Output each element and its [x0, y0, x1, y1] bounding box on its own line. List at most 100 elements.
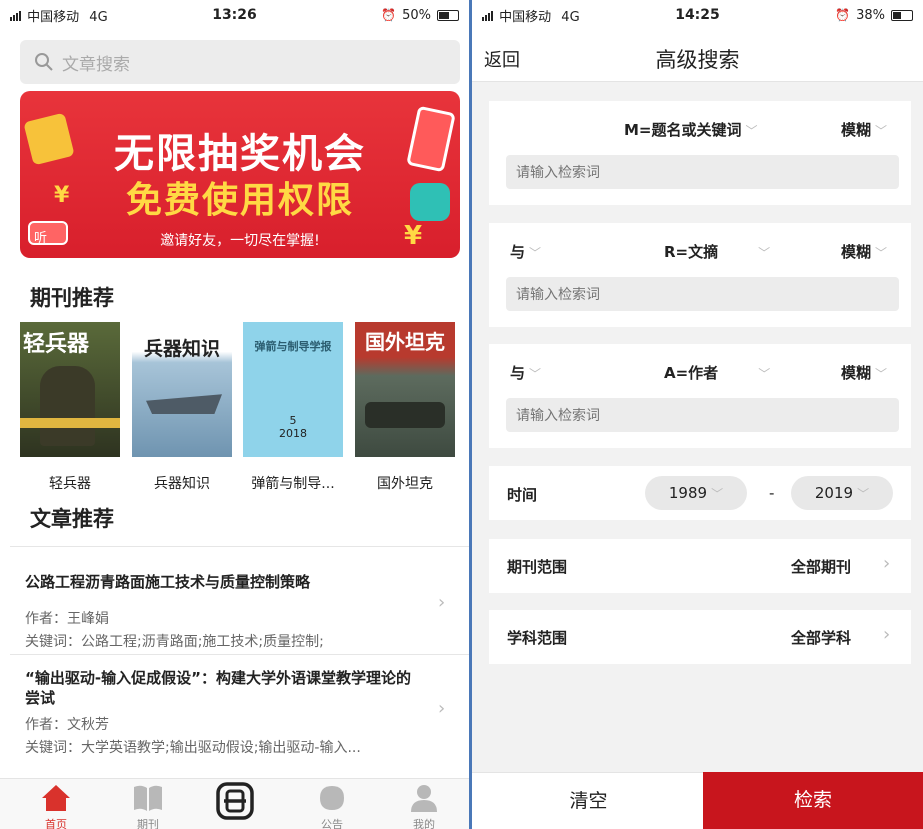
ship-image: [146, 394, 222, 414]
tab-bar: 首页 期刊 公告 我的: [0, 778, 469, 829]
network-type: 4G: [561, 9, 580, 25]
logic-select[interactable]: 与 ﹀: [510, 362, 541, 383]
chevron-down-icon: ﹀: [758, 246, 771, 260]
chevron-down-icon: ﹀: [711, 487, 724, 501]
status-right: ⏰ 50%: [381, 8, 459, 23]
logic-select-label: 与: [510, 243, 526, 261]
article-item[interactable]: “输出驱动-输入促成假设”：构建大学外语课堂教学理论的尝试 作者：文秋芳 关键词…: [25, 668, 425, 757]
articles-title-text: 文章推荐: [30, 507, 114, 531]
cover-band: [20, 418, 120, 428]
field-select[interactable]: R=文摘 ﹀: [664, 241, 770, 262]
journal-card[interactable]: 弹箭与制导学报 5 2018 弹箭与制导...: [243, 322, 343, 493]
journal-card[interactable]: 兵器知识 兵器知识: [132, 322, 232, 493]
chevron-down-icon: ﹀: [529, 367, 542, 381]
tab-notices[interactable]: 公告: [302, 779, 362, 829]
keyword-input[interactable]: [506, 155, 899, 189]
nav-bar: 返回 高级搜索: [472, 30, 923, 82]
article-author: 作者：王峰娟: [25, 611, 109, 627]
tab-journals[interactable]: 期刊: [118, 779, 178, 829]
banner-subheadline: 免费使用权限: [125, 180, 354, 221]
keyword-input[interactable]: [506, 277, 899, 311]
battery-icon: [891, 9, 913, 21]
search-condition-3: 与 ﹀ A=作者 ﹀ 模糊 ﹀: [489, 344, 911, 448]
network-type: 4G: [89, 9, 108, 25]
field-select[interactable]: A=作者 ﹀: [664, 362, 770, 383]
carrier-info: 中国移动 4G: [482, 6, 835, 25]
chevron-down-icon: ﹀: [758, 367, 771, 381]
article-keywords: 关键词：大学英语教学;输出驱动假设;输出驱动-输入...: [25, 740, 361, 756]
match-select-label: 模糊: [841, 121, 872, 139]
status-right: ⏰ 38%: [835, 8, 913, 23]
journal-scope-row[interactable]: 期刊范围 全部期刊 ›: [489, 539, 911, 593]
logic-select[interactable]: 与 ﹀: [510, 241, 541, 262]
journal-name: 国外坦克: [377, 476, 433, 492]
cover-title: 国外坦克: [365, 330, 445, 354]
keyword-input[interactable]: [506, 398, 899, 432]
journal-card[interactable]: 国外坦克 国外坦克: [355, 322, 455, 493]
year-from-select[interactable]: 1989 ﹀: [645, 476, 747, 510]
field-select[interactable]: M=题名或关键词 ﹀: [624, 119, 758, 140]
alarm-icon: ⏰: [381, 8, 397, 22]
chevron-right-icon: ›: [438, 592, 446, 613]
article-title: “输出驱动-输入促成假设”：构建大学外语课堂教学理论的尝试: [25, 669, 411, 707]
search-condition-2: 与 ﹀ R=文摘 ﹀ 模糊 ﹀: [489, 223, 911, 327]
journal-name: 兵器知识: [154, 476, 210, 492]
article-author: 作者：文秋芳: [25, 717, 109, 733]
field-select-label: R=文摘: [664, 243, 719, 261]
match-select[interactable]: 模糊 ﹀: [841, 362, 887, 383]
notice-icon: [320, 786, 344, 810]
journal-cover: 兵器知识: [132, 322, 232, 457]
book-icon: [134, 785, 162, 811]
chevron-down-icon: ﹀: [857, 487, 870, 501]
journal-name: 轻兵器: [49, 476, 91, 492]
signal-icon: [482, 10, 493, 21]
search-bar[interactable]: 文章搜索: [20, 40, 460, 84]
tab-profile[interactable]: 我的: [394, 779, 454, 829]
article-item[interactable]: 公路工程沥青路面施工技术与质量控制策略 作者：王峰娟 关键词：公路工程;沥青路面…: [25, 572, 455, 651]
journal-card[interactable]: 轻兵器 轻兵器: [20, 322, 120, 493]
time-label: 时间: [507, 486, 538, 504]
carrier-info: 中国移动 4G: [10, 6, 381, 25]
field-select-label: A=作者: [664, 364, 719, 382]
chevron-right-icon: ›: [883, 553, 891, 574]
article-title: 公路工程沥青路面施工技术与质量控制策略: [25, 573, 311, 591]
match-select[interactable]: 模糊 ﹀: [841, 119, 887, 140]
match-select-label: 模糊: [841, 243, 872, 261]
time-range-row: 时间 1989 ﹀ - 2019 ﹀: [489, 466, 911, 520]
tab-journals-label: 期刊: [137, 818, 159, 829]
match-select[interactable]: 模糊 ﹀: [841, 241, 887, 262]
chevron-down-icon: ﹀: [875, 124, 888, 138]
articles-section-title: 文章推荐: [28, 503, 120, 535]
tab-home[interactable]: 首页: [26, 779, 86, 829]
journal-cover: 弹箭与制导学报 5 2018: [243, 322, 343, 457]
subject-scope-label: 学科范围: [507, 629, 568, 647]
article-keywords: 关键词：公路工程;沥青路面;施工技术;质量控制;: [25, 634, 324, 650]
promo-banner[interactable]: ¥ ¥ 听 无限抽奖机会 免费使用权限 邀请好友，一切尽在掌握!: [20, 91, 460, 258]
alarm-icon: ⏰: [835, 8, 851, 22]
soldier-image: [40, 366, 95, 446]
year-to-select[interactable]: 2019 ﹀: [791, 476, 893, 510]
tab-notices-label: 公告: [321, 818, 343, 829]
search-condition-1: M=题名或关键词 ﹀ 模糊 ﹀: [489, 101, 911, 205]
clear-button[interactable]: 清空: [472, 772, 705, 829]
chevron-down-icon: ﹀: [529, 246, 542, 260]
journal-scope-value: 全部期刊: [791, 558, 852, 576]
battery-percent: 50%: [402, 7, 431, 23]
journal-scope-label: 期刊范围: [507, 558, 568, 576]
battery-percent: 38%: [856, 7, 885, 23]
user-icon: [411, 785, 437, 812]
search-button[interactable]: 检索: [703, 772, 923, 829]
journals-section-title: 期刊推荐: [28, 282, 120, 314]
divider: [10, 546, 469, 547]
chevron-right-icon: ›: [883, 624, 891, 645]
status-bar: 中国移动 4G 14:25 ⏰ 38%: [472, 0, 923, 30]
journal-cover: 轻兵器: [20, 322, 120, 457]
cover-number: 5 2018: [279, 414, 307, 440]
chevron-down-icon: ﹀: [875, 246, 888, 260]
subject-scope-value: 全部学科: [791, 629, 852, 647]
carrier-name: 中国移动: [27, 9, 80, 25]
subject-scope-row[interactable]: 学科范围 全部学科 ›: [489, 610, 911, 664]
journals-title-text: 期刊推荐: [30, 286, 114, 310]
tab-scan[interactable]: [205, 779, 265, 824]
chevron-right-icon: ›: [438, 698, 446, 719]
